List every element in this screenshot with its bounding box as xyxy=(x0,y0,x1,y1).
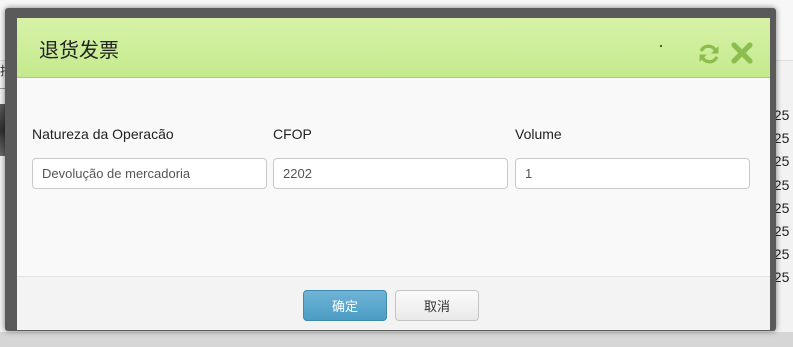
cfop-label: CFOP xyxy=(273,126,312,142)
cancel-button[interactable]: 取消 xyxy=(395,290,479,321)
volume-input[interactable] xyxy=(515,158,750,189)
natureza-operacao-label: Natureza da Operacão xyxy=(32,126,174,142)
dialog-header: 退货发票 xyxy=(17,18,770,78)
header-dot xyxy=(660,45,662,47)
close-icon-glyph xyxy=(731,42,753,64)
confirm-button[interactable]: 确定 xyxy=(303,290,387,321)
natureza-operacao-input[interactable] xyxy=(32,158,267,189)
return-invoice-dialog: 退货发票 Natureza da Operacão CFOP xyxy=(17,18,770,330)
volume-label: Volume xyxy=(515,126,562,142)
dialog-title: 退货发票 xyxy=(39,38,119,62)
refresh-icon-glyph xyxy=(699,44,719,64)
dialog-body: Natureza da Operacão CFOP Volume xyxy=(17,78,770,276)
refresh-icon[interactable] xyxy=(697,42,721,66)
dialog-footer: 确定 取消 xyxy=(17,276,770,330)
background-bottom-strip xyxy=(0,332,793,347)
close-icon[interactable] xyxy=(729,40,755,66)
dialog-frame: 退货发票 Natureza da Operacão CFOP xyxy=(5,8,776,331)
cfop-input[interactable] xyxy=(273,158,508,189)
